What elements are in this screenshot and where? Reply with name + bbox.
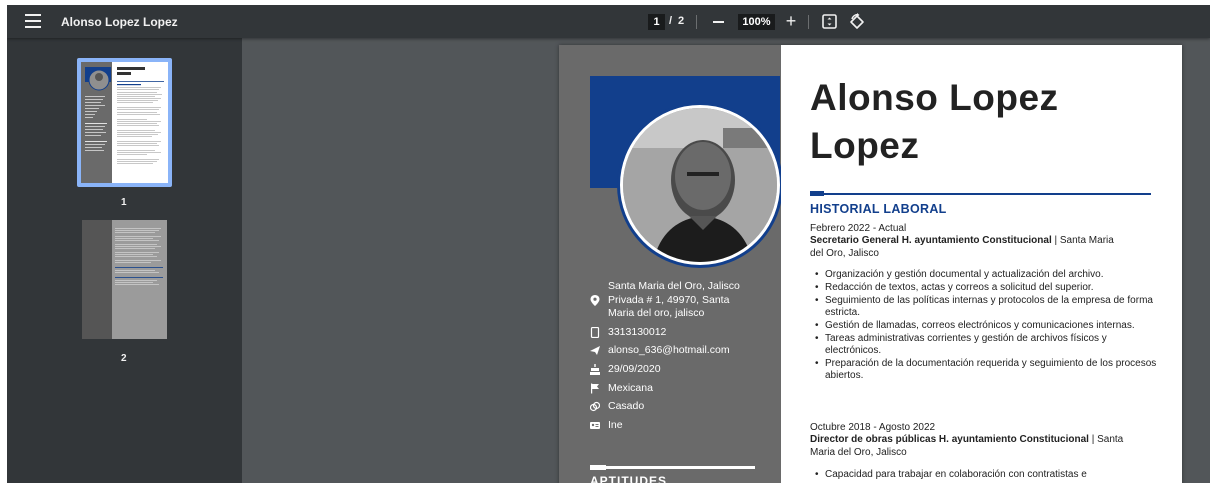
skills-divider-accent [590,465,606,470]
id-document: Ine [608,419,623,431]
skills-heading: APTITUDES [590,474,668,483]
rotate-icon[interactable] [849,13,865,30]
job-1-date: Febrero 2022 - Actual [810,223,907,234]
page-separator: / [669,15,673,27]
address-line-1: Santa Maria del Oro, Jalisco [608,280,740,292]
menu-icon[interactable] [25,14,41,28]
mobile-phone-icon [590,327,600,338]
address-line-2: Privada # 1, 49970, Santa [608,294,730,306]
resume-sidebar: Santa Maria del Oro, Jalisco Privada # 1… [559,45,783,483]
job-1-header: Secretario General H. ayuntamiento Const… [810,235,1165,260]
birth-date: 29/09/2020 [608,363,661,375]
history-divider-accent [810,191,824,196]
page-number-input[interactable]: 1 [648,14,665,30]
list-item: Preparación de la documentación requerid… [815,358,1160,382]
job-2-bullets: Capacidad para trabajar en colaboración … [815,469,1160,482]
job-1-location-1: | Santa Maria [1051,235,1114,246]
profile-photo [617,102,783,268]
job-2-header: Director de obras públicas H. ayuntamien… [810,434,1165,459]
page-thumbnail-1[interactable] [77,58,172,187]
resume-main: Alonso Lopez Lopez HISTORIAL LABORAL Feb… [781,45,1182,483]
list-item: Organización y gestión documental y actu… [815,269,1160,281]
list-item: Gestión de llamadas, correos electrónico… [815,320,1160,332]
job-1-location-2: del Oro, Jalisco [810,247,879,259]
zoom-in-button[interactable]: + [783,11,799,31]
email-address: alonso_636@hotmail.com [608,344,730,356]
name-line-1: Alonso Lopez [810,77,1059,118]
history-heading: HISTORIAL LABORAL [810,202,947,216]
job-1-bullets: Organización y gestión documental y actu… [815,269,1160,383]
nationality: Mexicana [608,382,653,394]
viewer-toolbar: Alonso Lopez Lopez 1 / 2 100% + [7,5,1210,38]
paper-plane-icon [590,346,600,355]
page-thumbnail-2[interactable] [82,220,167,339]
phone-number: 3313130012 [608,326,667,338]
location-pin-icon [590,295,600,306]
marital-status: Casado [608,400,645,412]
address-line-3: Maria del oro, jalisco [608,307,705,319]
list-item: Seguimiento de las políticas internas y … [815,295,1160,319]
pdf-page-1: Santa Maria del Oro, Jalisco Privada # 1… [559,45,1182,483]
job-2-location-1: | Santa [1088,434,1124,445]
list-item: Tareas administrativas corrientes y gest… [815,333,1160,357]
job-2-location-2: Maria del Oro, Jalisco [810,446,907,458]
job-2-date: Octubre 2018 - Agosto 2022 [810,422,936,433]
id-card-icon [590,422,600,429]
toolbar-divider [696,15,697,29]
job-1-title: Secretario General H. ayuntamiento Const… [810,235,1052,246]
zoom-out-button[interactable] [713,21,724,23]
thumbnail-sidebar: 1 2 [7,38,242,483]
birthday-cake-icon [590,364,600,375]
thumbnail-label-2: 2 [121,353,127,364]
fit-page-icon[interactable] [822,14,837,29]
list-item: Redacción de textos, actas y correos a s… [815,282,1160,294]
pdf-viewer: Alonso Lopez Lopez 1 / 2 100% + 1 2 Sant… [7,5,1210,483]
list-item: Capacidad para trabajar en colaboración … [815,469,1160,481]
zoom-level-input[interactable]: 100% [738,14,775,30]
toolbar-divider [808,15,809,29]
page-total: 2 [678,15,685,27]
thumbnail-label-1: 1 [121,197,127,208]
skills-divider [590,466,755,469]
rings-icon [590,401,600,412]
name-line-2: Lopez [810,125,920,166]
history-divider [810,193,1151,195]
job-2-title: Director de obras públicas H. ayuntamien… [810,434,1089,445]
document-title: Alonso Lopez Lopez [61,15,178,29]
flag-icon [591,383,599,394]
